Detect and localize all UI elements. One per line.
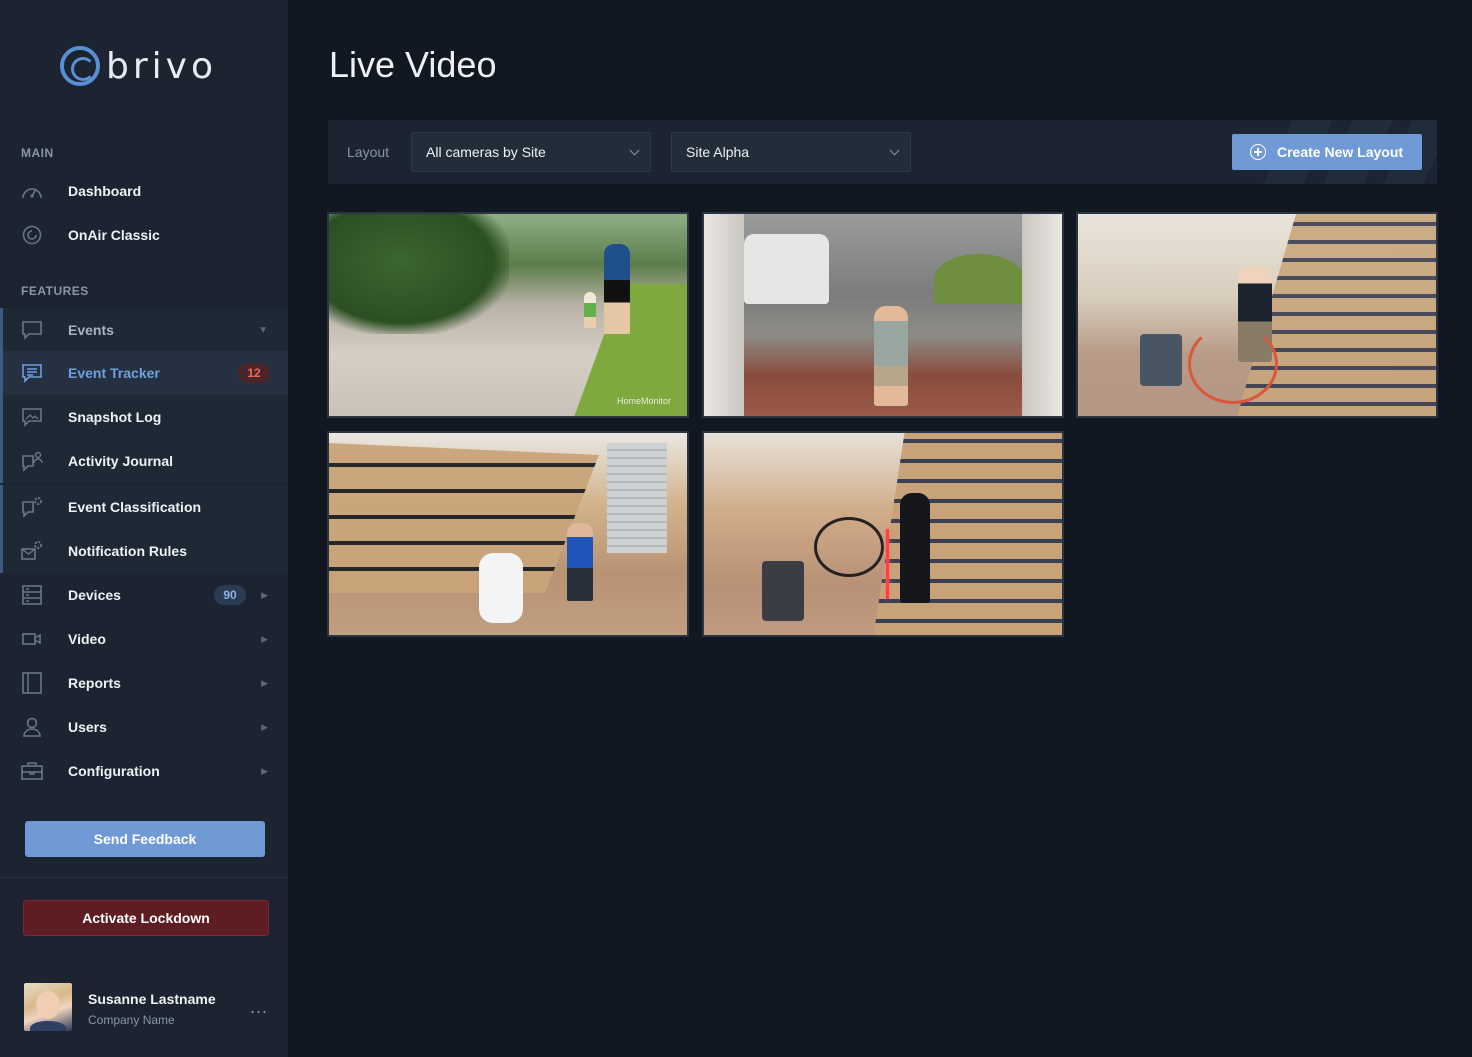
- sidebar-item-label: Reports: [68, 675, 121, 691]
- layout-toolbar: Layout All cameras by Site Site Alpha Cr…: [328, 120, 1437, 184]
- sidebar-item-label: Event Classification: [68, 499, 202, 515]
- sidebar-item-label: Events: [68, 322, 114, 338]
- camera-image: [1078, 214, 1436, 416]
- sidebar-item-snapshot-log[interactable]: Snapshot Log: [0, 395, 288, 439]
- camera-feed-1[interactable]: HomeMonitor: [327, 212, 689, 418]
- onair-icon: [21, 224, 43, 246]
- camera-feed-2[interactable]: [702, 212, 1064, 418]
- plus-circle-icon: [1250, 144, 1266, 160]
- section-label-features: FEATURES: [21, 284, 89, 298]
- brand-name: brivo: [106, 45, 217, 87]
- sidebar-item-label: Notification Rules: [68, 543, 188, 559]
- sidebar-item-label: Configuration: [68, 763, 160, 779]
- camera-image: [329, 214, 687, 416]
- sidebar-item-label: Activity Journal: [68, 453, 174, 469]
- brivo-logo[interactable]: brivo: [60, 44, 217, 88]
- page-title: Live Video: [329, 44, 497, 85]
- chat-icon: [21, 319, 43, 341]
- camera-image: [329, 433, 687, 635]
- toolbox-icon: [21, 760, 43, 782]
- sidebar-item-reports[interactable]: Reports ▶: [0, 661, 288, 705]
- avatar: [24, 983, 72, 1031]
- event-count-badge: 12: [238, 363, 270, 383]
- user-company: Company Name: [88, 1013, 175, 1027]
- camera-feed-5[interactable]: [702, 431, 1064, 637]
- reports-icon: [21, 672, 43, 694]
- layout-label: Layout: [347, 144, 390, 160]
- chevron-down-icon: [629, 145, 640, 156]
- device-count-badge: 90: [214, 585, 246, 605]
- site-select-value: Site Alpha: [686, 144, 750, 160]
- create-new-layout-button[interactable]: Create New Layout: [1232, 134, 1422, 170]
- sidebar-divider: [0, 877, 288, 878]
- chevron-right-icon: ▶: [261, 721, 268, 732]
- camera-image: [704, 433, 1062, 635]
- journal-icon: [21, 450, 43, 472]
- sidebar-item-activity-journal[interactable]: Activity Journal: [0, 439, 288, 483]
- chevron-right-icon: ▶: [261, 677, 268, 688]
- sidebar-item-label: Video: [68, 631, 106, 647]
- image-icon: [21, 406, 43, 428]
- camera-watermark: HomeMonitor: [616, 396, 671, 406]
- activate-lockdown-button[interactable]: Activate Lockdown: [23, 900, 269, 936]
- chevron-right-icon: ▶: [261, 765, 268, 776]
- sidebar-item-onair-classic[interactable]: OnAir Classic: [0, 213, 288, 257]
- sidebar-item-label: OnAir Classic: [68, 227, 160, 243]
- classification-icon: [21, 496, 43, 518]
- site-select[interactable]: Site Alpha: [671, 132, 911, 172]
- video-icon: [21, 628, 43, 650]
- sidebar-item-users[interactable]: Users ▶: [0, 705, 288, 749]
- user-name: Susanne Lastname: [88, 991, 216, 1007]
- user-profile[interactable]: Susanne Lastname Company Name ...: [24, 983, 274, 1033]
- sidebar-item-event-tracker[interactable]: Event Tracker 12: [0, 351, 288, 395]
- layout-select[interactable]: All cameras by Site: [411, 132, 651, 172]
- user-icon: [21, 716, 43, 738]
- devices-icon: [21, 584, 43, 606]
- chevron-right-icon: ▶: [261, 589, 268, 600]
- sidebar: brivo MAIN Dashboard OnAir Classic FEATU…: [0, 0, 288, 1057]
- more-options-icon[interactable]: ...: [250, 997, 268, 1018]
- sidebar-item-notification-rules[interactable]: Notification Rules: [0, 529, 288, 573]
- sidebar-item-label: Event Tracker: [68, 365, 160, 381]
- sidebar-item-configuration[interactable]: Configuration ▶: [0, 749, 288, 793]
- gauge-icon: [21, 180, 43, 202]
- camera-image: [704, 214, 1062, 416]
- brivo-logo-mark-icon: [60, 46, 100, 86]
- sidebar-item-events[interactable]: Events ▼: [0, 308, 288, 352]
- sidebar-item-label: Snapshot Log: [68, 409, 162, 425]
- sidebar-item-label: Devices: [68, 587, 121, 603]
- event-tracker-icon: [21, 362, 43, 384]
- chevron-down-icon: ▼: [258, 324, 268, 336]
- sidebar-item-video[interactable]: Video ▶: [0, 617, 288, 661]
- sidebar-item-dashboard[interactable]: Dashboard: [0, 169, 288, 213]
- section-label-main: MAIN: [21, 146, 54, 160]
- create-new-layout-label: Create New Layout: [1277, 144, 1404, 160]
- chevron-down-icon: [889, 145, 900, 156]
- mail-gear-icon: [21, 540, 43, 562]
- chevron-right-icon: ▶: [261, 633, 268, 644]
- sidebar-item-event-classification[interactable]: Event Classification: [0, 485, 288, 529]
- sidebar-item-label: Dashboard: [68, 183, 142, 199]
- camera-feed-4[interactable]: [327, 431, 689, 637]
- sidebar-item-devices[interactable]: Devices 90 ▶: [0, 573, 288, 617]
- camera-feed-3[interactable]: [1076, 212, 1438, 418]
- layout-select-value: All cameras by Site: [426, 144, 546, 160]
- sidebar-item-label: Users: [68, 719, 107, 735]
- send-feedback-button[interactable]: Send Feedback: [25, 821, 265, 857]
